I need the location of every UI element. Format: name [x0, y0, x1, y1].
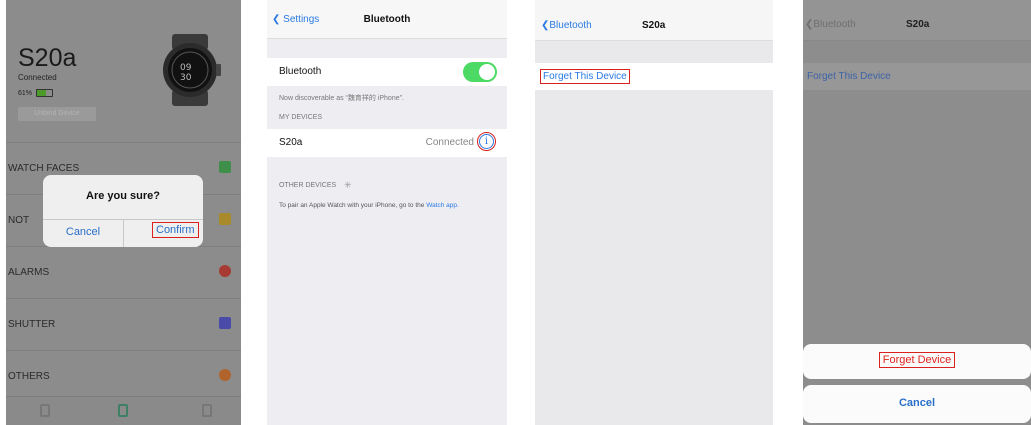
- list-item-label: NOT: [8, 215, 30, 226]
- camera-icon: [219, 317, 231, 329]
- device-name: S20a: [279, 137, 303, 148]
- back-label: Bluetooth: [549, 20, 592, 31]
- battery-icon: [36, 89, 54, 97]
- bluetooth-row: Bluetooth: [267, 58, 507, 86]
- tab-bar: [6, 396, 241, 425]
- list-item-label: SHUTTER: [8, 319, 56, 330]
- watch-tab-icon[interactable]: [118, 404, 128, 417]
- navigation-bar: ❮ Settings Bluetooth: [267, 0, 507, 39]
- info-icon[interactable]: i: [477, 132, 496, 151]
- my-devices-header: MY DEVICES: [279, 114, 323, 121]
- list-item-label: ALARMS: [8, 267, 50, 278]
- battery-indicator: 61%: [18, 89, 54, 97]
- navigation-bar: ❮Bluetooth S20a: [803, 0, 1031, 41]
- dialog-confirm-button[interactable]: Confirm: [152, 222, 199, 238]
- list-item-others[interactable]: OTHERS: [6, 350, 241, 402]
- watch-app-link[interactable]: Watch app.: [426, 202, 459, 209]
- forget-device-row: Forget This Device: [803, 63, 1031, 90]
- device-status: Connected: [18, 73, 57, 82]
- forget-confirm-screen: ❮Bluetooth S20a Forget This Device Forge…: [803, 0, 1031, 425]
- back-button[interactable]: ❮Bluetooth: [805, 19, 856, 30]
- pair-instructions: To pair an Apple Watch with your iPhone,…: [279, 201, 494, 210]
- dialog-cancel-button[interactable]: Cancel: [43, 226, 123, 238]
- page-title: S20a: [642, 20, 666, 31]
- list-item-label: WATCH FACES: [8, 163, 80, 174]
- back-button[interactable]: ❮Bluetooth: [541, 20, 592, 31]
- bluetooth-settings-screen: ❮ Settings Bluetooth Bluetooth Now disco…: [267, 0, 507, 425]
- watch-faces-icon: [219, 161, 231, 173]
- svg-text:30: 30: [180, 73, 192, 83]
- smartwatch-image: 09 30: [163, 34, 221, 106]
- bluetooth-label: Bluetooth: [279, 66, 322, 77]
- back-label: Bluetooth: [813, 19, 856, 30]
- cancel-label: Cancel: [898, 397, 936, 409]
- alarm-icon: [219, 265, 231, 277]
- message-icon: [219, 213, 231, 225]
- profile-tab-icon[interactable]: [202, 404, 212, 417]
- battery-percent: 61%: [18, 89, 33, 97]
- device-name: S20a: [18, 44, 77, 72]
- list-item-shutter[interactable]: SHUTTER: [6, 298, 241, 350]
- gear-icon: [219, 369, 231, 381]
- confirm-dialog: Are you sure? Cancel Confirm: [43, 175, 203, 247]
- device-row[interactable]: S20a Connected i: [267, 129, 507, 157]
- list-item-label: OTHERS: [8, 371, 50, 382]
- device-tab-icon[interactable]: [40, 404, 50, 417]
- page-title: S20a: [906, 19, 930, 30]
- bluetooth-toggle[interactable]: [463, 62, 497, 82]
- navigation-bar: ❮Bluetooth S20a: [535, 0, 773, 41]
- device-status: Connected: [425, 137, 474, 148]
- other-devices-header: OTHER DEVICES: [279, 182, 337, 189]
- svg-text:09: 09: [180, 63, 192, 73]
- device-detail-screen: ❮Bluetooth S20a Forget This Device: [535, 0, 773, 425]
- pair-text: To pair an Apple Watch with your iPhone,…: [279, 202, 425, 209]
- watch-app-screen: S20a Connected 61% Unbind Device 09 30 W…: [6, 0, 241, 425]
- list-item-alarms[interactable]: ALARMS: [6, 246, 241, 298]
- unbind-device-button[interactable]: Unbind Device: [18, 107, 96, 121]
- dialog-title: Are you sure?: [86, 190, 160, 202]
- forget-device-label: Forget Device: [878, 352, 956, 368]
- forget-this-device-button[interactable]: Forget This Device: [540, 69, 630, 84]
- dialog-divider: [123, 219, 124, 247]
- loading-spinner-icon: ✳: [344, 180, 352, 190]
- forget-device-action[interactable]: Forget Device: [803, 344, 1031, 379]
- discoverable-text: Now discoverable as “魏育祥的 iPhone”.: [279, 95, 404, 102]
- page-title: Bluetooth: [363, 14, 411, 25]
- forget-this-device-button[interactable]: Forget This Device: [807, 71, 891, 82]
- cancel-action[interactable]: Cancel: [803, 385, 1031, 423]
- forget-device-row: Forget This Device: [535, 63, 773, 90]
